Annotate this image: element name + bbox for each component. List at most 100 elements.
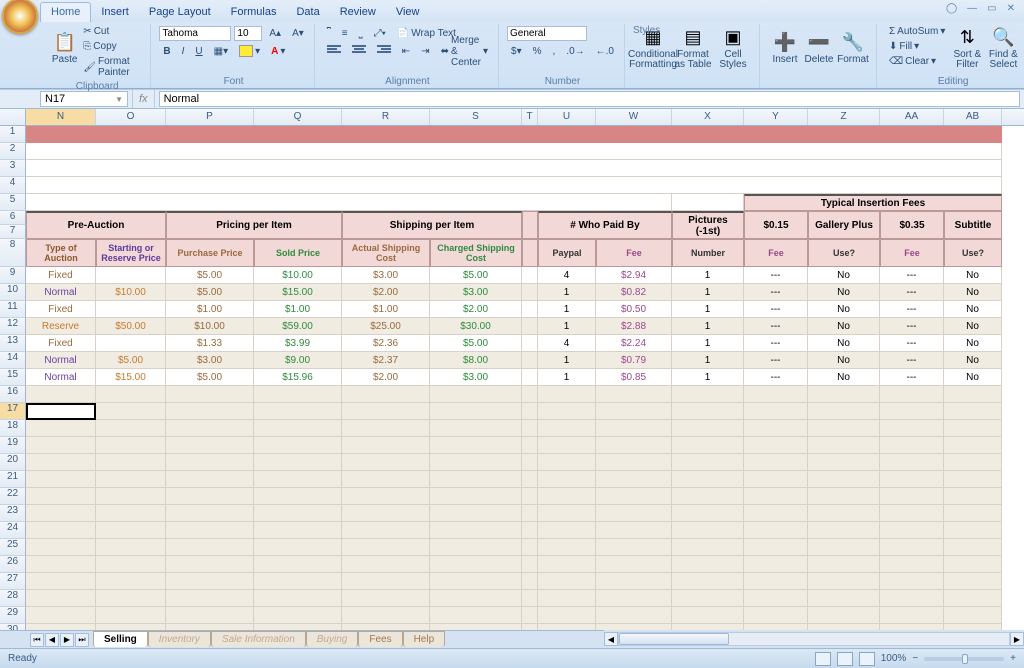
cell[interactable] — [522, 471, 538, 488]
cell[interactable] — [430, 522, 522, 539]
cell[interactable] — [26, 522, 96, 539]
cell[interactable] — [880, 403, 944, 420]
cell[interactable] — [672, 437, 744, 454]
row-header[interactable]: 21 — [0, 471, 26, 488]
cell[interactable]: --- — [744, 352, 808, 369]
cell[interactable] — [944, 386, 1002, 403]
cell[interactable] — [26, 143, 1002, 160]
cell[interactable] — [254, 488, 342, 505]
cell[interactable] — [430, 505, 522, 522]
cell[interactable] — [880, 590, 944, 607]
tab-page-layout[interactable]: Page Layout — [139, 3, 221, 22]
bold-button[interactable]: B — [159, 44, 174, 59]
dropdown-arrow[interactable]: ▼ — [94, 405, 96, 420]
zoom-in-button[interactable]: + — [1010, 653, 1016, 664]
cell[interactable] — [596, 437, 672, 454]
cell[interactable] — [342, 437, 430, 454]
cell[interactable]: $5.00 — [96, 352, 166, 369]
cell[interactable] — [342, 420, 430, 437]
cell[interactable] — [744, 471, 808, 488]
cell[interactable] — [96, 403, 166, 420]
cell[interactable] — [342, 556, 430, 573]
cell[interactable]: $2.88 — [596, 318, 672, 335]
align-bottom-button[interactable]: ⎵ — [355, 26, 367, 41]
align-center-button[interactable] — [348, 43, 370, 59]
cell[interactable] — [254, 573, 342, 590]
cell[interactable] — [744, 505, 808, 522]
cell[interactable]: No — [944, 318, 1002, 335]
cell[interactable] — [596, 454, 672, 471]
cell[interactable]: $3.00 — [342, 267, 430, 284]
cell[interactable] — [522, 488, 538, 505]
cell[interactable] — [522, 556, 538, 573]
zoom-out-button[interactable]: − — [912, 653, 918, 664]
cell[interactable] — [538, 437, 596, 454]
delete-button[interactable]: ➖Delete — [802, 24, 836, 72]
cell[interactable]: $5.00 — [166, 284, 254, 301]
sheet-nav-next[interactable]: ▶ — [60, 633, 74, 647]
cell[interactable] — [596, 420, 672, 437]
zoom-slider[interactable] — [924, 657, 1004, 661]
cell[interactable] — [538, 420, 596, 437]
format-painter-button[interactable]: 🖌 Format Painter — [79, 54, 144, 80]
row-header[interactable]: 4 — [0, 177, 26, 194]
cell[interactable]: Normal — [26, 284, 96, 301]
cell[interactable] — [944, 488, 1002, 505]
row-header[interactable]: 29 — [0, 607, 26, 624]
cell[interactable] — [430, 471, 522, 488]
border-button[interactable]: ▦▾ — [210, 44, 232, 59]
cell[interactable] — [522, 267, 538, 284]
cell[interactable] — [166, 590, 254, 607]
cell[interactable] — [944, 539, 1002, 556]
cell[interactable]: $2.36 — [342, 335, 430, 352]
cell[interactable] — [744, 454, 808, 471]
cell[interactable] — [808, 437, 880, 454]
cell[interactable] — [522, 437, 538, 454]
cell[interactable]: No — [808, 352, 880, 369]
select-all-corner[interactable] — [0, 109, 26, 125]
underline-button[interactable]: U — [191, 44, 206, 59]
cell[interactable] — [880, 522, 944, 539]
cell[interactable] — [26, 177, 1002, 194]
row-header[interactable]: 18 — [0, 420, 26, 437]
cell[interactable] — [254, 505, 342, 522]
cell[interactable] — [26, 607, 96, 624]
cell[interactable] — [254, 471, 342, 488]
row-header[interactable]: 5 — [0, 194, 26, 211]
cell[interactable]: ▼ — [26, 403, 96, 420]
row-header[interactable]: 22 — [0, 488, 26, 505]
cell[interactable] — [880, 454, 944, 471]
sort-filter-button[interactable]: ⇅Sort & Filter — [949, 24, 985, 72]
cell[interactable] — [522, 539, 538, 556]
sheet-tab-help[interactable]: Help — [403, 631, 446, 647]
shrink-font-button[interactable]: A▾ — [288, 26, 308, 41]
cell[interactable] — [808, 420, 880, 437]
row-header[interactable]: 19 — [0, 437, 26, 454]
cell[interactable]: $3.00 — [166, 352, 254, 369]
cell[interactable] — [744, 607, 808, 624]
cell[interactable] — [26, 160, 1002, 177]
cell[interactable] — [672, 522, 744, 539]
cell[interactable] — [96, 539, 166, 556]
cell[interactable]: Reserve — [26, 318, 96, 335]
cell[interactable] — [538, 590, 596, 607]
cell[interactable]: $9.00 — [254, 352, 342, 369]
cell[interactable]: Fixed — [26, 301, 96, 318]
cell[interactable] — [744, 437, 808, 454]
cell[interactable]: --- — [744, 301, 808, 318]
cell[interactable] — [522, 454, 538, 471]
cell[interactable]: No — [944, 335, 1002, 352]
horizontal-scrollbar[interactable]: ◀ ▶ — [604, 630, 1024, 648]
cell[interactable]: No — [944, 301, 1002, 318]
cell[interactable] — [254, 556, 342, 573]
cell[interactable] — [96, 267, 166, 284]
cell[interactable] — [538, 522, 596, 539]
increase-decimal-button[interactable]: .0→ — [562, 44, 588, 59]
cell[interactable] — [96, 454, 166, 471]
cell[interactable]: Normal — [26, 352, 96, 369]
cell[interactable] — [522, 403, 538, 420]
cell[interactable] — [430, 488, 522, 505]
cell[interactable] — [430, 607, 522, 624]
row-header[interactable]: 26 — [0, 556, 26, 573]
sheet-nav-last[interactable]: ⏭ — [75, 633, 89, 647]
